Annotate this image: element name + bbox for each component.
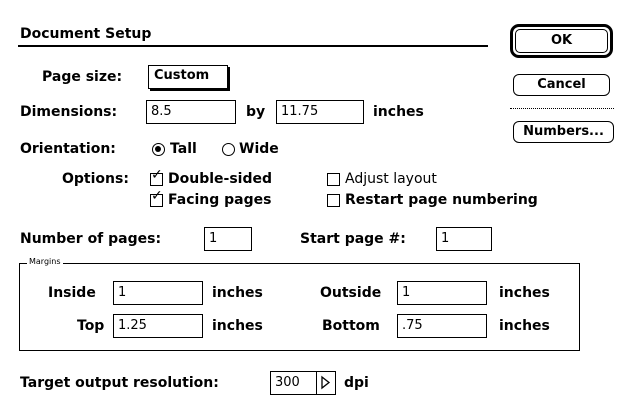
- double-sided-label[interactable]: Double-sided: [168, 169, 272, 189]
- page-size-label: Page size:: [42, 69, 123, 85]
- ok-button[interactable]: OK: [510, 24, 613, 58]
- orientation-label: Orientation:: [20, 141, 116, 157]
- facing-pages-label[interactable]: Facing pages: [168, 190, 271, 210]
- inside-field[interactable]: 1: [113, 281, 203, 305]
- top-label: Top: [77, 318, 105, 334]
- number-of-pages-label: Number of pages:: [20, 231, 162, 247]
- adjust-layout-label[interactable]: Adjust layout: [345, 169, 437, 189]
- outside-field[interactable]: 1: [397, 281, 487, 305]
- outside-unit-label: inches: [499, 285, 550, 301]
- resolution-popup-arrow[interactable]: [316, 371, 336, 395]
- restart-numbering-label[interactable]: Restart page numbering: [345, 190, 538, 210]
- cancel-button[interactable]: Cancel: [513, 74, 610, 96]
- margins-group: [19, 263, 580, 351]
- resolution-unit-label: dpi: [344, 375, 369, 391]
- checkmark-icon: ✓: [151, 188, 163, 204]
- adjust-layout-checkbox[interactable]: [327, 173, 340, 186]
- orientation-tall-label[interactable]: Tall: [170, 139, 197, 159]
- numbers-button[interactable]: Numbers...: [513, 121, 614, 143]
- by-label: by: [246, 104, 266, 120]
- resolution-field[interactable]: 300: [270, 371, 316, 395]
- ok-button-label: OK: [515, 29, 608, 53]
- margins-group-label: Margins: [27, 256, 63, 268]
- width-field[interactable]: 8.5: [146, 100, 236, 124]
- checkmark-icon: ✓: [151, 167, 163, 183]
- double-sided-checkbox[interactable]: ✓: [150, 168, 163, 186]
- outside-label: Outside: [320, 285, 382, 301]
- start-page-field[interactable]: 1: [436, 227, 492, 251]
- number-of-pages-field[interactable]: 1: [204, 227, 252, 251]
- page-size-popup[interactable]: Custom: [148, 65, 228, 89]
- orientation-wide-radio[interactable]: [222, 143, 235, 156]
- triangle-right-icon: [321, 375, 331, 390]
- resolution-label: Target output resolution:: [20, 375, 219, 391]
- orientation-tall-radio[interactable]: [152, 143, 165, 156]
- facing-pages-checkbox[interactable]: ✓: [150, 189, 163, 207]
- dimensions-unit-label: inches: [373, 104, 424, 120]
- options-label: Options:: [62, 171, 129, 187]
- height-field[interactable]: 11.75: [276, 100, 364, 124]
- restart-numbering-checkbox[interactable]: [327, 194, 340, 207]
- inside-unit-label: inches: [212, 285, 263, 301]
- title-divider: [18, 45, 488, 47]
- orientation-wide-label[interactable]: Wide: [239, 139, 279, 159]
- start-page-label: Start page #:: [300, 231, 406, 247]
- bottom-label: Bottom: [322, 318, 380, 334]
- bottom-field[interactable]: .75: [397, 314, 487, 338]
- top-unit-label: inches: [212, 318, 263, 334]
- inside-label: Inside: [48, 285, 96, 301]
- dimensions-label: Dimensions:: [20, 104, 118, 120]
- button-separator: [510, 108, 614, 110]
- top-field[interactable]: 1.25: [113, 314, 203, 338]
- bottom-unit-label: inches: [499, 318, 550, 334]
- dialog-title: Document Setup: [20, 26, 152, 42]
